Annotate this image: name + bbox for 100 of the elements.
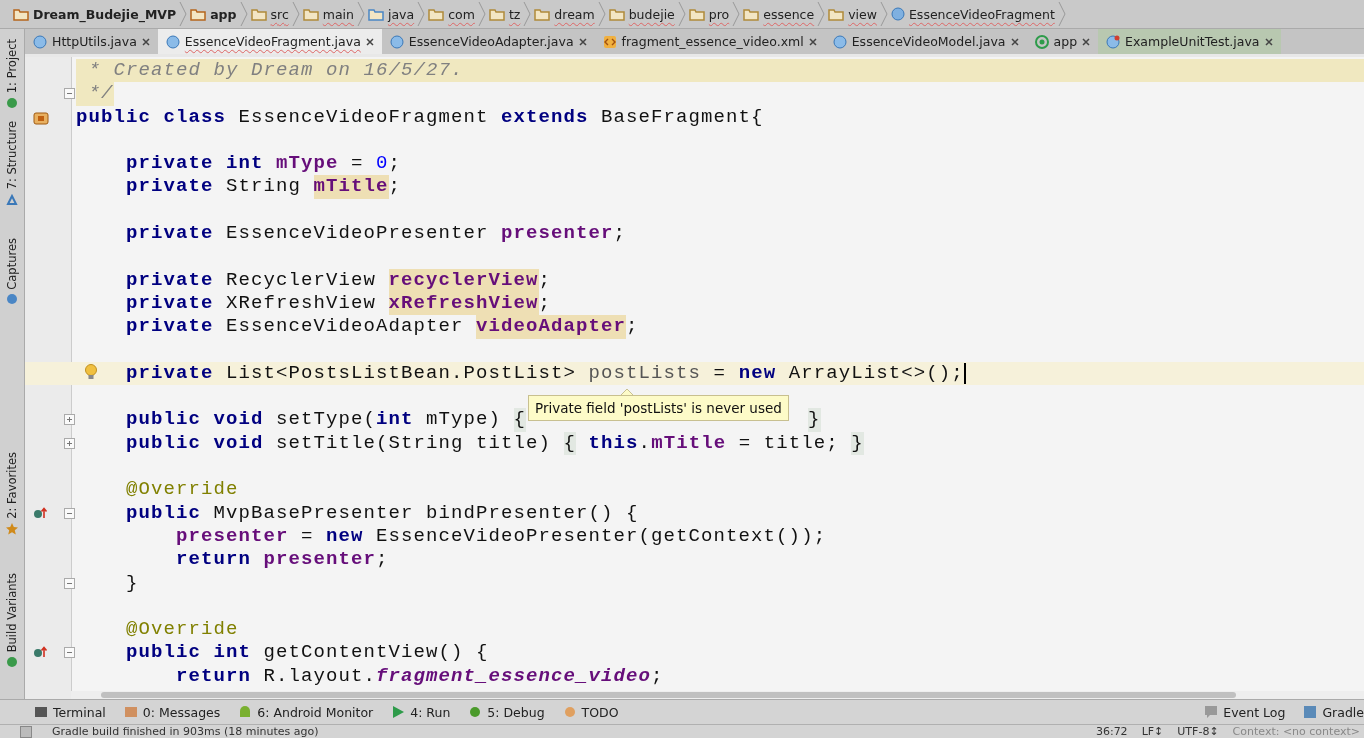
editor-tab[interactable]: EssenceVideoModel.java: [824, 29, 1027, 54]
breadcrumb-item[interactable]: budejie: [605, 6, 678, 22]
file-encoding[interactable]: UTF-8↕: [1177, 725, 1219, 738]
tool-window-button[interactable]: TODO: [562, 704, 619, 720]
collapse-icon[interactable]: [64, 507, 75, 519]
folder-icon: [608, 7, 625, 21]
code-text: ;: [538, 291, 552, 316]
keyword: public int: [126, 641, 253, 665]
chevron-icon: [523, 1, 532, 27]
code-text: BaseFragment{: [601, 105, 764, 129]
tool-window-button[interactable]: Event Log: [1204, 704, 1286, 720]
horizontal-scrollbar[interactable]: [71, 691, 1364, 699]
class-icon: [389, 34, 404, 49]
keyword: private: [126, 291, 215, 316]
keyword: extends: [501, 105, 590, 129]
field-name: presenter: [176, 524, 289, 549]
close-icon[interactable]: [808, 37, 817, 46]
keyword: public void: [126, 408, 265, 432]
chevron-icon: [179, 1, 188, 27]
code-text: RecyclerView: [226, 268, 378, 292]
folder-icon: [488, 7, 505, 21]
breadcrumb-item[interactable]: view: [825, 6, 880, 22]
override-icon[interactable]: [33, 645, 49, 660]
code-text: EssenceVideoAdapter: [226, 315, 465, 339]
expand-icon[interactable]: [64, 414, 75, 426]
code-text: =: [350, 152, 365, 176]
close-icon[interactable]: [141, 37, 150, 46]
breadcrumb-item[interactable]: app: [187, 6, 240, 22]
breadcrumb-item[interactable]: tz: [485, 6, 524, 22]
expand-icon[interactable]: [64, 437, 75, 449]
tool-window-button[interactable]: 2: Favorites: [0, 446, 24, 542]
module-icon: [1034, 34, 1049, 49]
lightbulb-icon[interactable]: [85, 363, 97, 382]
override-icon[interactable]: [33, 505, 49, 520]
breadcrumb-item[interactable]: dream: [531, 6, 598, 22]
text-cursor: [963, 362, 966, 384]
tool-window-button[interactable]: Build Variants: [0, 567, 24, 675]
editor-tab[interactable]: EssenceVideoAdapter.java: [381, 29, 595, 54]
unused-field-name: postLists: [588, 361, 702, 386]
breadcrumb-item[interactable]: src: [247, 6, 292, 22]
code-text: .: [638, 431, 652, 456]
editor-tab[interactable]: app: [1026, 29, 1099, 54]
keyword: return: [176, 664, 252, 688]
star-icon: [6, 523, 18, 536]
collapse-icon[interactable]: [64, 647, 75, 659]
code-text: XRefreshView: [226, 291, 378, 316]
close-icon[interactable]: [1264, 37, 1273, 46]
folder-icon: [743, 7, 760, 21]
editor-tab[interactable]: fragment_essence_video.xml: [594, 29, 825, 54]
tool-window-button[interactable]: Terminal: [34, 704, 106, 720]
editor-tab[interactable]: EssenceVideoFragment.java: [157, 29, 382, 54]
folder-icon: [190, 7, 207, 21]
tool-window-button[interactable]: 4: Run: [391, 704, 451, 720]
field-name: presenter: [501, 222, 614, 246]
tool-window-button[interactable]: 5: Debug: [468, 704, 545, 720]
speech-bubble-icon: [1204, 705, 1219, 719]
code-text: ;: [626, 315, 639, 339]
tool-window-button[interactable]: 1: Project: [0, 33, 24, 116]
keyword: new: [326, 524, 365, 549]
close-icon[interactable]: [1082, 37, 1091, 46]
folder-icon: [368, 7, 384, 21]
tool-window-button[interactable]: Gradle: [1303, 704, 1364, 720]
breadcrumb-item[interactable]: essence: [740, 6, 818, 22]
tool-window-button[interactable]: 6: Android Monitor: [238, 704, 374, 720]
chevron-icon: [477, 1, 486, 27]
code-text: =: [300, 524, 315, 549]
editor-tab[interactable]: HttpUtils.java: [25, 29, 158, 54]
keyword: this: [587, 431, 639, 456]
tool-window-button[interactable]: 7: Structure: [0, 115, 24, 212]
code-comment: * Created by Dream on 16/5/27.: [76, 59, 1364, 83]
close-icon[interactable]: [578, 37, 587, 46]
keyword: private int: [126, 152, 265, 176]
keyword: private: [126, 361, 215, 386]
annotation: @Override: [126, 618, 239, 642]
chevron-icon: [417, 1, 426, 27]
code-text: ArrayList<>();: [788, 361, 964, 386]
code-text: EssenceVideoFragment: [238, 105, 490, 129]
close-icon[interactable]: [1010, 37, 1019, 46]
number-literal: 0: [376, 152, 389, 176]
tool-window-button[interactable]: 0: Messages: [123, 704, 221, 720]
folder-icon: [250, 7, 267, 21]
editor-tab[interactable]: ExampleUnitTest.java: [1098, 29, 1281, 54]
breadcrumb-item[interactable]: main: [299, 6, 357, 22]
collapse-icon[interactable]: [64, 577, 75, 589]
breadcrumb-item[interactable]: Dream_Budejie_MVP: [10, 6, 180, 22]
breadcrumb-item[interactable]: com: [425, 6, 478, 22]
field-name: videoAdapter: [476, 315, 627, 339]
cursor-position[interactable]: 36:72: [1095, 725, 1128, 738]
collapse-icon[interactable]: [64, 88, 75, 100]
class-icon: [1106, 34, 1121, 49]
folder-icon: [13, 7, 29, 21]
tool-window-button[interactable]: Captures: [0, 231, 24, 312]
code-text: }: [126, 571, 139, 595]
breadcrumb-item[interactable]: pro: [685, 6, 733, 22]
breadcrumb-item[interactable]: java: [365, 6, 418, 22]
code-text: mType): [426, 408, 503, 432]
close-icon[interactable]: [365, 37, 374, 46]
line-separator[interactable]: LF↕: [1141, 725, 1164, 738]
run-icon: [391, 705, 406, 719]
breadcrumb-item[interactable]: EssenceVideoFragment: [887, 6, 1058, 22]
